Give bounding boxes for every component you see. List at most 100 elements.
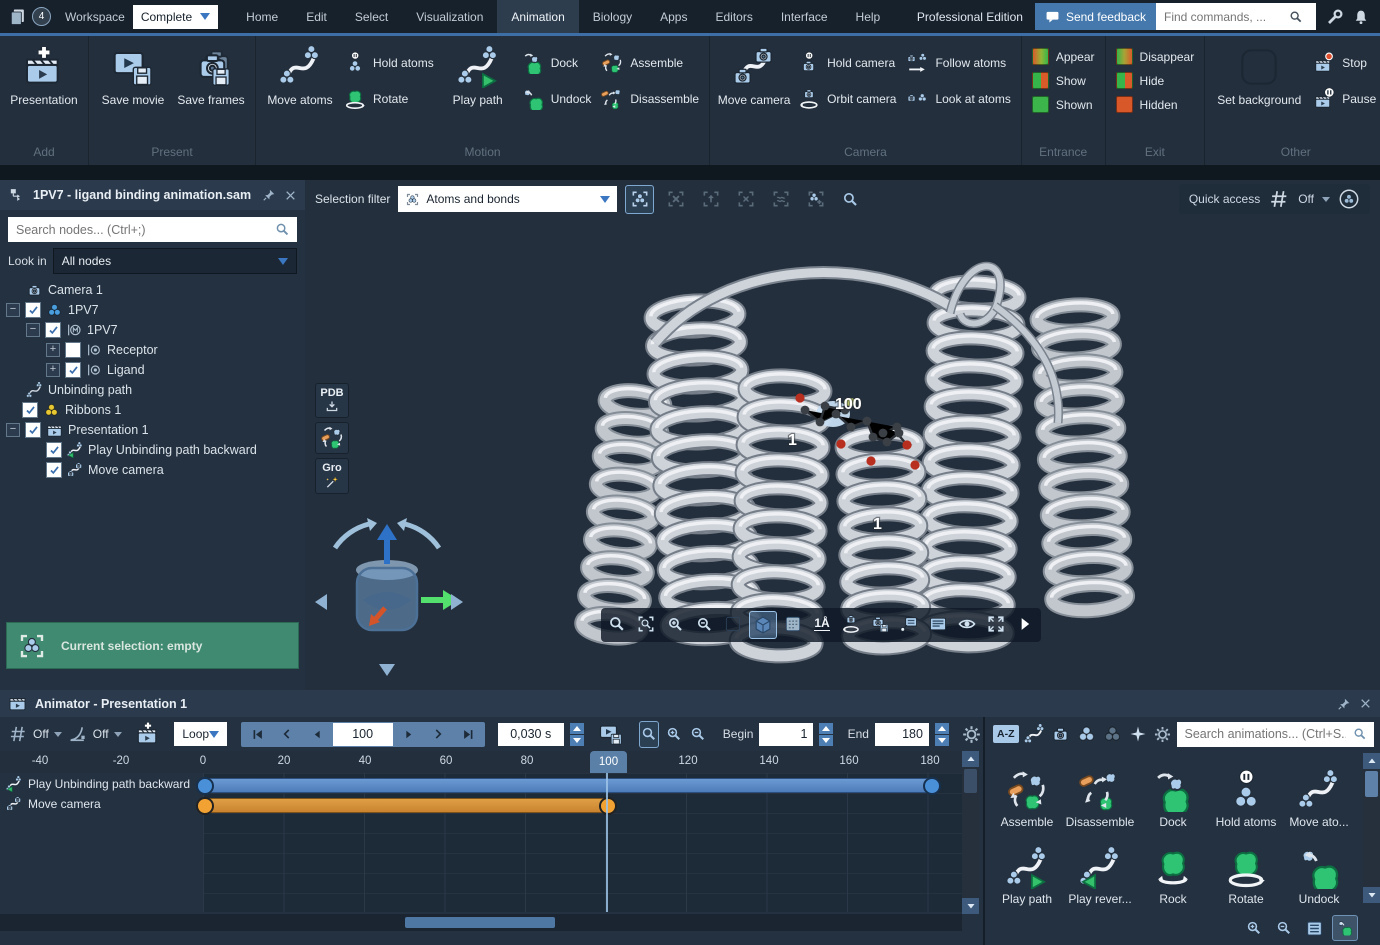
select-visible-button[interactable] bbox=[625, 184, 655, 214]
dock-tool-button[interactable] bbox=[315, 422, 349, 454]
fullscreen-button[interactable] bbox=[983, 611, 1009, 637]
menu-home[interactable]: Home bbox=[232, 0, 292, 33]
scrollbar-thumb[interactable] bbox=[1365, 771, 1378, 797]
scale-1-angstrom-button[interactable]: 1Å bbox=[809, 611, 835, 637]
checkbox-checked[interactable] bbox=[46, 442, 62, 458]
filter-atoms-icon[interactable] bbox=[1076, 724, 1097, 745]
disappear-button[interactable]: Disappear bbox=[1115, 48, 1194, 65]
timeline-zoom-in-button[interactable] bbox=[665, 722, 683, 747]
close-icon[interactable] bbox=[1359, 697, 1372, 710]
look-in-dropdown[interactable]: All nodes bbox=[52, 248, 297, 274]
keyframe-handle-end-blue[interactable] bbox=[923, 777, 941, 795]
library-item-rock[interactable]: Rock bbox=[1137, 832, 1209, 908]
play-path-button[interactable]: Play path bbox=[440, 42, 516, 107]
workspace-selector[interactable]: Complete bbox=[132, 4, 219, 29]
rotate-button[interactable]: Rotate bbox=[344, 88, 434, 110]
find-commands-box[interactable] bbox=[1156, 3, 1316, 30]
library-zoom-in-button[interactable] bbox=[1242, 916, 1266, 940]
export-movie-icon[interactable] bbox=[598, 722, 624, 746]
tree-row-presentation1[interactable]: − Presentation 1 bbox=[0, 420, 305, 440]
view-cube-button[interactable] bbox=[749, 611, 777, 639]
checkbox-checked[interactable] bbox=[65, 362, 81, 378]
expand-expander[interactable]: + bbox=[46, 363, 60, 377]
menu-edit[interactable]: Edit bbox=[292, 0, 341, 33]
zoom-in-button[interactable] bbox=[662, 611, 688, 637]
pdb-download-button[interactable]: PDB bbox=[315, 383, 349, 418]
step-back-button[interactable] bbox=[303, 724, 332, 745]
collapse-expander[interactable]: − bbox=[6, 303, 20, 317]
menu-editors[interactable]: Editors bbox=[701, 0, 766, 33]
end-frame-input[interactable] bbox=[874, 722, 929, 746]
filter-groups-icon[interactable] bbox=[1102, 724, 1123, 745]
tree-row-unbinding-path[interactable]: Unbinding path bbox=[0, 380, 305, 400]
pause-button[interactable]: Pause bbox=[1313, 88, 1376, 110]
tree-row-1pv7[interactable]: − 1PV7 bbox=[0, 300, 305, 320]
menu-biology[interactable]: Biology bbox=[579, 0, 646, 33]
checkbox-checked[interactable] bbox=[46, 462, 62, 478]
pin-icon[interactable] bbox=[262, 188, 276, 202]
close-icon[interactable] bbox=[284, 189, 297, 202]
menu-select[interactable]: Select bbox=[341, 0, 402, 33]
animator-settings-gear-icon[interactable] bbox=[961, 724, 982, 745]
playhead-line[interactable] bbox=[606, 773, 608, 912]
filter-effects-icon[interactable] bbox=[1128, 724, 1148, 744]
go-to-start-button[interactable] bbox=[243, 724, 272, 745]
tree-row-1pv7-model[interactable]: − 1PV7 bbox=[0, 320, 305, 340]
hold-camera-button[interactable]: Hold camera bbox=[798, 52, 896, 74]
scrollbar-thumb[interactable] bbox=[964, 769, 977, 793]
send-feedback-button[interactable]: Send feedback bbox=[1034, 3, 1156, 30]
menu-interface[interactable]: Interface bbox=[767, 0, 842, 33]
checkbox-checked[interactable] bbox=[22, 402, 38, 418]
loop-mode-dropdown[interactable]: Loop bbox=[174, 722, 228, 746]
checkbox-checked[interactable] bbox=[25, 422, 41, 438]
scroll-up-button[interactable] bbox=[962, 751, 979, 767]
move-atoms-button[interactable]: Move atoms bbox=[262, 42, 338, 107]
tree-row-ligand[interactable]: + Ligand bbox=[0, 360, 305, 380]
interpolation-control[interactable]: Off bbox=[68, 724, 122, 744]
keyframe-handle-end-orange[interactable] bbox=[599, 797, 617, 815]
collapse-expander[interactable]: − bbox=[6, 423, 20, 437]
library-item-assemble[interactable]: Assemble bbox=[991, 755, 1063, 831]
library-item-play-reverse[interactable]: Play rever... bbox=[1064, 832, 1136, 908]
tree-row-ribbons1[interactable]: Ribbons 1 bbox=[0, 400, 305, 420]
save-frames-button[interactable]: Save frames bbox=[173, 42, 249, 107]
library-item-disassemble[interactable]: Disassemble bbox=[1064, 755, 1136, 831]
look-at-atoms-button[interactable]: Look at atoms bbox=[906, 88, 1011, 110]
scroll-up-button[interactable] bbox=[1363, 753, 1380, 769]
zoom-tool-button[interactable] bbox=[604, 611, 630, 637]
hold-atoms-button[interactable]: Hold atoms bbox=[344, 52, 434, 74]
menu-animation[interactable]: Animation bbox=[497, 0, 579, 33]
list-view-button[interactable] bbox=[1302, 916, 1326, 940]
navigation-cube[interactable] bbox=[315, 518, 463, 676]
playhead-handle[interactable]: 100 bbox=[590, 751, 627, 773]
checkbox-checked[interactable] bbox=[25, 302, 41, 318]
menu-visualization[interactable]: Visualization bbox=[402, 0, 497, 33]
filter-paths-icon[interactable] bbox=[1024, 724, 1045, 745]
keyframe-handle-start-orange[interactable] bbox=[196, 797, 214, 815]
timeline-vertical-scrollbar[interactable] bbox=[962, 751, 979, 914]
select-parent-button[interactable] bbox=[697, 186, 724, 213]
library-zoom-out-button[interactable] bbox=[1272, 916, 1296, 940]
library-item-hold-atoms[interactable]: Hold atoms bbox=[1210, 755, 1282, 831]
grid-snap-control[interactable]: Off bbox=[8, 724, 62, 744]
background-button[interactable] bbox=[720, 611, 746, 637]
deselect-button[interactable] bbox=[662, 186, 689, 213]
search-nodes-box[interactable] bbox=[8, 217, 297, 242]
expand-expander[interactable]: + bbox=[46, 343, 60, 357]
timeline-ruler[interactable]: -40 -20 0 20 40 60 80 120 140 160 180 10… bbox=[0, 751, 962, 773]
library-settings-gear-icon[interactable] bbox=[1153, 725, 1172, 744]
track-label-play-unbinding[interactable]: Play Unbinding path backward bbox=[6, 776, 190, 792]
disassemble-button[interactable]: Disassemble bbox=[601, 88, 699, 110]
annotation-button[interactable] bbox=[896, 611, 922, 637]
document-panel-header[interactable]: 1PV7 - ligand binding animation.sam bbox=[0, 180, 305, 210]
checkbox-checked[interactable] bbox=[45, 322, 61, 338]
begin-spinner[interactable] bbox=[819, 722, 834, 746]
scrollbar-thumb[interactable] bbox=[405, 917, 555, 928]
select-similar-button[interactable] bbox=[767, 186, 794, 213]
next-keyframe-button[interactable] bbox=[424, 724, 453, 745]
step-forward-button[interactable] bbox=[394, 724, 423, 745]
current-frame-input[interactable] bbox=[332, 722, 393, 746]
zoom-out-button[interactable] bbox=[691, 611, 717, 637]
scroll-down-button[interactable] bbox=[962, 898, 979, 914]
menu-apps[interactable]: Apps bbox=[646, 0, 701, 33]
